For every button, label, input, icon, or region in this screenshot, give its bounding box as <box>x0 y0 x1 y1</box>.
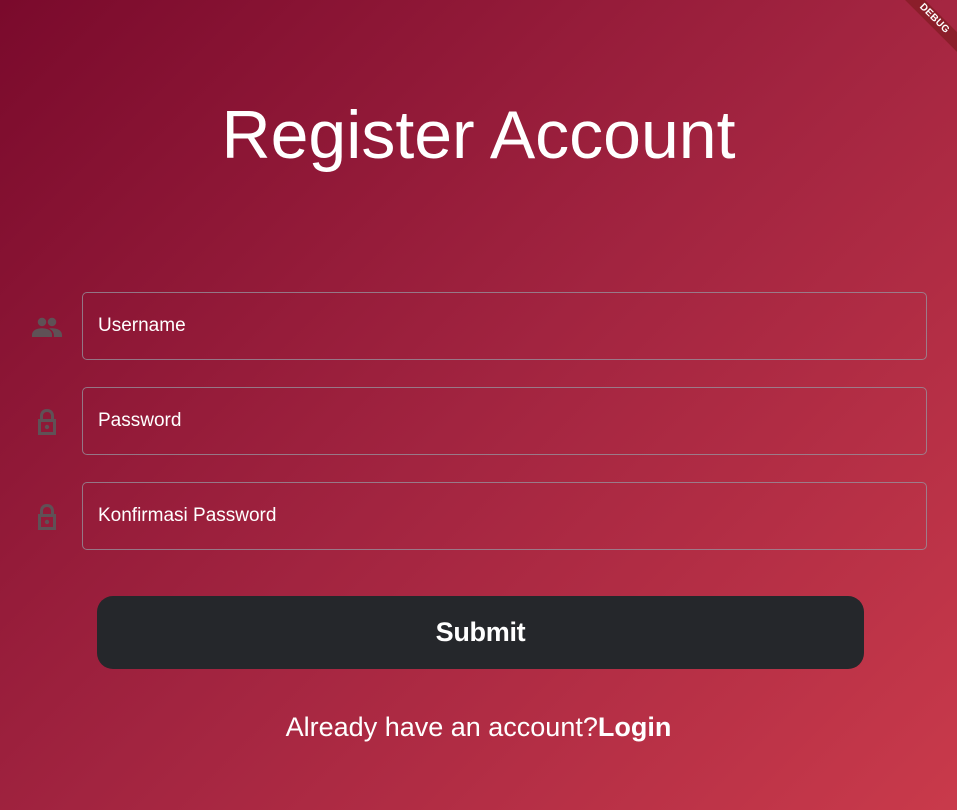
login-prompt: Already have an account?Login <box>0 710 957 744</box>
debug-banner-label: DEBUG <box>897 0 957 56</box>
password-input[interactable] <box>82 387 927 455</box>
submit-button[interactable]: Submit <box>97 596 864 669</box>
password-row <box>0 387 957 457</box>
confirm-password-input[interactable] <box>82 482 927 550</box>
username-input[interactable] <box>82 292 927 360</box>
username-row <box>0 292 957 362</box>
login-prompt-text: Already have an account? <box>285 712 598 742</box>
lock-icon <box>32 409 62 435</box>
confirm-password-row <box>0 482 957 552</box>
lock-icon <box>32 504 62 530</box>
login-link[interactable]: Login <box>598 712 671 742</box>
page-title: Register Account <box>221 97 736 173</box>
debug-banner: DEBUG <box>897 0 957 60</box>
people-icon <box>32 314 62 340</box>
